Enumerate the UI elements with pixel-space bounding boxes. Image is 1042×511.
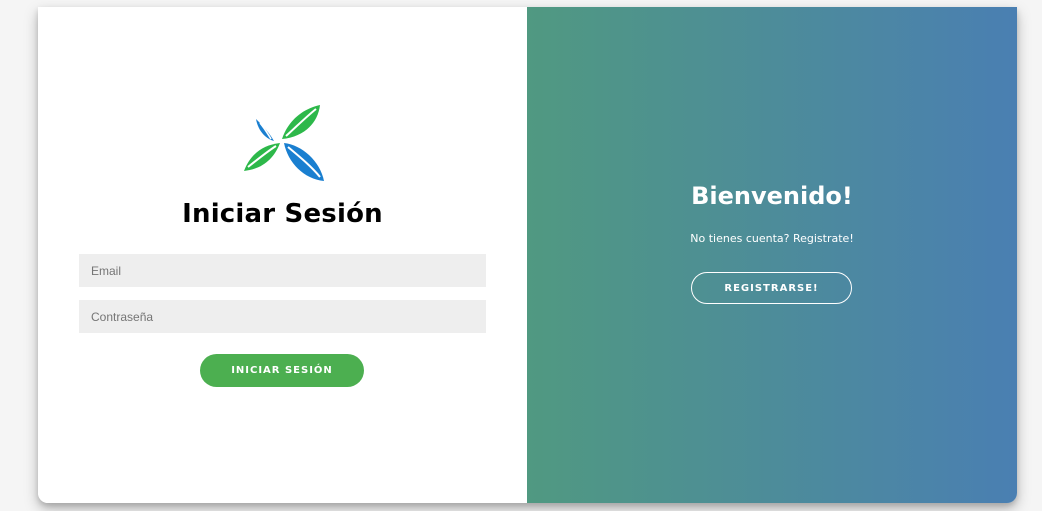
auth-card: Iniciar Sesión INICIAR SESIÓN Bienvenido… [38,7,1017,503]
leaf-logo-icon [240,103,330,183]
login-button[interactable]: INICIAR SESIÓN [200,354,364,387]
email-field[interactable] [79,254,486,287]
login-title: Iniciar Sesión [182,199,383,229]
welcome-title: Bienvenido! [691,182,853,210]
password-field[interactable] [79,300,486,333]
register-button[interactable]: REGISTRARSE! [691,272,852,304]
login-panel: Iniciar Sesión INICIAR SESIÓN [38,7,527,503]
welcome-panel: Bienvenido! No tienes cuenta? Registrate… [527,7,1017,503]
welcome-text: No tienes cuenta? Registrate! [690,232,854,245]
